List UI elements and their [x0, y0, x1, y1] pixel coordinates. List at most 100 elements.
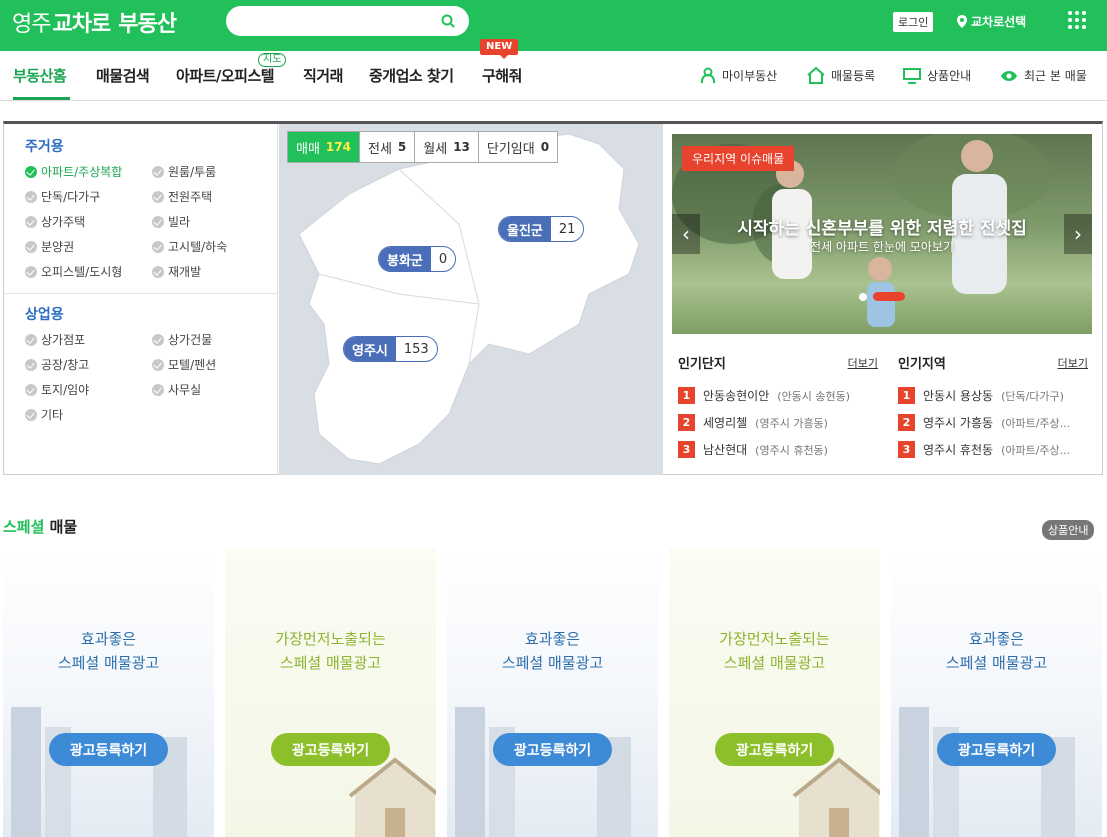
- site-logo[interactable]: 영주 교차로 부동산: [12, 7, 177, 37]
- item-sub: (안동시 송현동): [777, 389, 851, 403]
- list-item[interactable]: 1 안동송현이안 (안동시 송현동): [678, 387, 850, 404]
- my-realestate-link[interactable]: 마이부동산: [700, 67, 777, 84]
- special-ad-card[interactable]: 효과좋은 스페셜 매물광고 광고등록하기: [891, 548, 1102, 837]
- nav-wanted[interactable]: 구해줘: [482, 65, 522, 86]
- map-pin-bonghwa[interactable]: 봉화군 0: [378, 246, 457, 272]
- map-shape: [298, 133, 640, 465]
- popular-complex-list: 인기단지 더보기 1 안동송현이안 (안동시 송현동) 2 세영리첼 (영주시 가흥동)…: [678, 353, 878, 458]
- search-icon[interactable]: [441, 14, 455, 28]
- category-redevelop[interactable]: 재개발: [152, 263, 201, 280]
- region-map[interactable]: 매매 174 전세 5 월세 13 단기임대 0 울진군 21 봉화군 0 영주시 153: [279, 124, 663, 475]
- category-label: 토지/임야: [41, 383, 90, 397]
- banner-tag: 우리지역 이슈매물: [682, 146, 795, 171]
- issue-banner[interactable]: 우리지역 이슈매물 시작하는 신혼부부를 위한 저렴한 전셋집 전세 아파트 한…: [672, 134, 1092, 334]
- recent-listings-link[interactable]: 최근 본 매물: [1000, 67, 1087, 84]
- deal-tab-jeonse[interactable]: 전세 5: [360, 132, 416, 162]
- category-label: 공장/창고: [41, 358, 90, 372]
- check-icon: [152, 215, 164, 228]
- check-icon: [25, 333, 37, 346]
- category-office[interactable]: 사무실: [152, 381, 201, 398]
- nav-search[interactable]: 매물검색: [96, 65, 150, 86]
- category-etc[interactable]: 기타: [25, 406, 63, 423]
- category-label: 원룸/투룸: [168, 165, 217, 179]
- nav-direct-deal[interactable]: 직거래: [303, 65, 343, 86]
- list-item[interactable]: 3 남산현대 (영주시 휴천동): [678, 441, 828, 458]
- category-gositel[interactable]: 고시텔/하숙: [152, 238, 227, 255]
- category-country-house[interactable]: 전원주택: [152, 188, 212, 205]
- category-shop-house[interactable]: 상가주택: [25, 213, 85, 230]
- login-button[interactable]: 로그인: [893, 12, 934, 32]
- recent-listings-label: 최근 본 매물: [1024, 69, 1087, 83]
- category-officetel[interactable]: 오피스텔/도시형: [25, 263, 122, 280]
- category-building[interactable]: 상가건물: [152, 331, 212, 348]
- map-pin-yeongju[interactable]: 영주시 153: [343, 336, 438, 362]
- category-villa[interactable]: 빌라: [152, 213, 190, 230]
- special-ad-card[interactable]: 효과좋은 스페셜 매물광고 광고등록하기: [3, 548, 214, 837]
- popular-region-list: 인기지역 더보기 1 안동시 용상동 (단독/다가구) 2 영주시 가흥동 (아파트/주…: [898, 353, 1088, 458]
- rank-badge: 3: [678, 441, 695, 458]
- popular-complex-more-link[interactable]: 더보기: [848, 355, 878, 371]
- category-filter: 주거용 아파트/주상복합 원룸/투룸 단독/다가구 전원주택 상가주택 빌라 분…: [4, 124, 278, 475]
- carousel-dot-active[interactable]: [873, 292, 905, 301]
- category-factory[interactable]: 공장/창고: [25, 356, 89, 373]
- logo-brand: 교차로: [52, 12, 111, 37]
- category-label: 상가건물: [168, 333, 213, 347]
- new-badge: NEW: [480, 39, 519, 59]
- product-info-link[interactable]: 상품안내: [903, 67, 971, 84]
- check-icon: [152, 333, 164, 346]
- apps-grid-icon[interactable]: [1068, 11, 1086, 29]
- category-label: 상가점포: [41, 333, 86, 347]
- card-line1: 가장먼저노출되는: [719, 630, 830, 648]
- register-listing-link[interactable]: 매물등록: [807, 67, 875, 84]
- map-badge: 지도: [258, 53, 287, 67]
- search-input[interactable]: [226, 6, 469, 36]
- region-select-button[interactable]: 교차로선택: [957, 13, 1026, 30]
- register-ad-button[interactable]: 광고등록하기: [271, 733, 390, 766]
- list-item[interactable]: 2 세영리첼 (영주시 가흥동): [678, 414, 828, 431]
- special-ad-card[interactable]: 가장먼저노출되는 스페셜 매물광고 광고등록하기: [225, 548, 436, 837]
- deal-tab-sale[interactable]: 매매 174: [288, 132, 360, 162]
- category-label: 아파트/주상복합: [41, 165, 123, 179]
- monitor-icon: [903, 67, 921, 84]
- nav-apartment[interactable]: 아파트/오피스텔: [176, 65, 275, 86]
- check-icon: [152, 358, 164, 371]
- category-land[interactable]: 토지/임야: [25, 381, 89, 398]
- nav-agency-search[interactable]: 중개업소 찾기: [369, 65, 454, 86]
- card-line1: 효과좋은: [80, 630, 137, 648]
- chevron-right-icon[interactable]: ›: [1064, 214, 1092, 254]
- category-detached[interactable]: 단독/다가구: [25, 188, 100, 205]
- chevron-left-icon[interactable]: ‹: [672, 214, 700, 254]
- residential-title: 주거용: [25, 139, 64, 155]
- product-info-button[interactable]: 상품안내: [1042, 520, 1095, 540]
- list-item[interactable]: 3 영주시 휴천동 (아파트/주상...: [898, 441, 1070, 458]
- divider: [4, 293, 278, 294]
- special-ad-card[interactable]: 가장먼저노출되는 스페셜 매물광고 광고등록하기: [669, 548, 880, 837]
- register-ad-button[interactable]: 광고등록하기: [49, 733, 168, 766]
- carousel-dot[interactable]: [859, 292, 867, 301]
- category-apartment[interactable]: 아파트/주상복합: [25, 163, 122, 180]
- category-presale[interactable]: 분양권: [25, 238, 74, 255]
- special-ad-card[interactable]: 효과좋은 스페셜 매물광고 광고등록하기: [447, 548, 658, 837]
- deal-count: 5: [397, 140, 407, 154]
- check-icon: [25, 383, 37, 396]
- rank-badge: 3: [898, 441, 915, 458]
- register-ad-button[interactable]: 광고등록하기: [937, 733, 1056, 766]
- deal-tab-monthly[interactable]: 월세 13: [415, 132, 479, 162]
- nav-home[interactable]: 부동산홈: [13, 65, 67, 86]
- category-oneroom[interactable]: 원룸/투룸: [152, 163, 216, 180]
- deal-tab-short[interactable]: 단기임대 0: [479, 132, 557, 162]
- right-panel: 우리지역 이슈매물 시작하는 신혼부부를 위한 저렴한 전셋집 전세 아파트 한…: [664, 124, 1102, 475]
- register-ad-button[interactable]: 광고등록하기: [715, 733, 834, 766]
- list-item[interactable]: 1 안동시 용상동 (단독/다가구): [898, 387, 1064, 404]
- map-pin-uljin[interactable]: 울진군 21: [498, 216, 585, 242]
- popular-region-more-link[interactable]: 더보기: [1058, 355, 1088, 371]
- item-name: 안동송현이안: [703, 389, 770, 403]
- rank-badge: 1: [898, 387, 915, 404]
- category-motel[interactable]: 모텔/펜션: [152, 356, 216, 373]
- card-line2: 스페셜 매물광고: [279, 654, 382, 672]
- deal-count: 0: [540, 140, 550, 154]
- register-ad-button[interactable]: 광고등록하기: [493, 733, 612, 766]
- list-item[interactable]: 2 영주시 가흥동 (아파트/주상...: [898, 414, 1070, 431]
- category-store[interactable]: 상가점포: [25, 331, 85, 348]
- check-icon: [25, 240, 37, 253]
